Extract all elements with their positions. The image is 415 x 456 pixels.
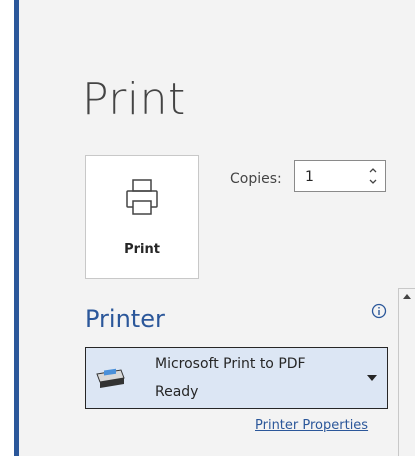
copies-label: Copies: xyxy=(230,171,282,187)
copies-input[interactable]: 1 xyxy=(294,160,386,192)
scroll-up-arrow-icon[interactable] xyxy=(402,292,412,300)
printer-properties-link[interactable]: Printer Properties xyxy=(255,418,368,433)
left-strip xyxy=(0,0,14,456)
printer-section-title: Printer xyxy=(85,305,165,333)
chevron-up-icon[interactable] xyxy=(367,164,379,176)
print-button-label: Print xyxy=(124,242,160,257)
chevron-down-icon[interactable] xyxy=(367,176,379,188)
print-button[interactable]: Print xyxy=(85,155,199,279)
printer-dropdown[interactable]: Microsoft Print to PDF Ready xyxy=(85,347,388,409)
printer-icon xyxy=(126,179,158,215)
preview-panel-edge xyxy=(398,288,415,456)
printer-status: Ready xyxy=(155,384,199,400)
caret-down-icon xyxy=(367,375,377,381)
copies-value[interactable]: 1 xyxy=(305,169,314,185)
printer-name: Microsoft Print to PDF xyxy=(155,356,306,372)
info-icon[interactable] xyxy=(371,303,387,319)
page-title: Print xyxy=(82,74,186,125)
accent-bar xyxy=(14,0,19,456)
pdf-printer-icon xyxy=(96,368,125,388)
